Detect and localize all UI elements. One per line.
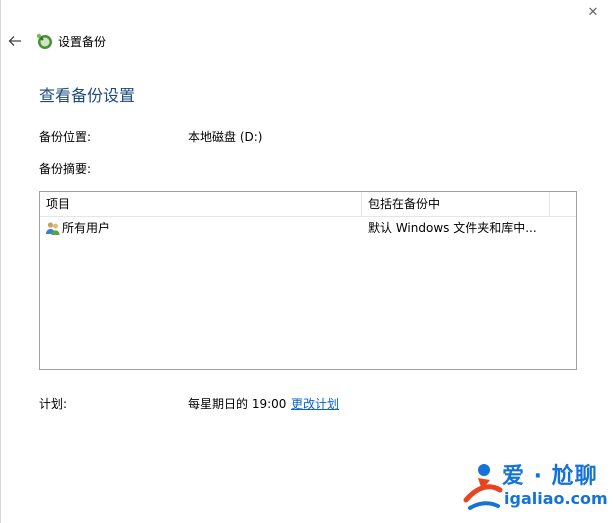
schedule-value: 每星期日的 19:00: [188, 397, 287, 411]
list-item-included: 默认 Windows 文件夹和库中...: [368, 221, 537, 235]
list-header: 项目 包括在备份中: [40, 192, 576, 217]
backup-summary-list[interactable]: 项目 包括在备份中 所有用户 默认 Windows 文件夹和库中...: [39, 191, 577, 370]
watermark-logo-icon: [463, 464, 503, 510]
window-edge: [0, 0, 1, 523]
page-heading: 查看备份设置: [39, 86, 136, 105]
close-button[interactable]: ✕: [573, 0, 613, 24]
list-item[interactable]: 所有用户 默认 Windows 文件夹和库中...: [40, 218, 576, 238]
backup-settings-window: ✕ 设置备份 查看备份设置 备份位置: 本地磁盘 (D:) 备份摘要: 项目 包…: [0, 0, 613, 523]
close-icon: ✕: [587, 4, 599, 20]
column-header-item[interactable]: 项目: [40, 192, 362, 216]
window-title: 设置备份: [58, 35, 107, 49]
list-item-name: 所有用户: [62, 221, 111, 235]
watermark-brand: 爱 · 尬聊: [502, 464, 598, 489]
back-button[interactable]: [6, 32, 24, 50]
title-bar: 设置备份: [0, 28, 300, 56]
watermark-url: igaliao.com: [504, 489, 608, 508]
change-schedule-link[interactable]: 更改计划: [291, 395, 339, 412]
backup-location-label: 备份位置:: [39, 130, 92, 144]
column-header-included[interactable]: 包括在备份中: [362, 192, 550, 216]
schedule-label: 计划:: [39, 397, 68, 411]
backup-app-icon: [36, 33, 52, 49]
users-icon: [46, 222, 60, 235]
backup-summary-label: 备份摘要:: [39, 162, 92, 176]
back-arrow-icon: [8, 36, 21, 46]
backup-location-value: 本地磁盘 (D:): [188, 130, 263, 144]
site-watermark: 爱 · 尬聊 igaliao.com: [452, 456, 608, 516]
